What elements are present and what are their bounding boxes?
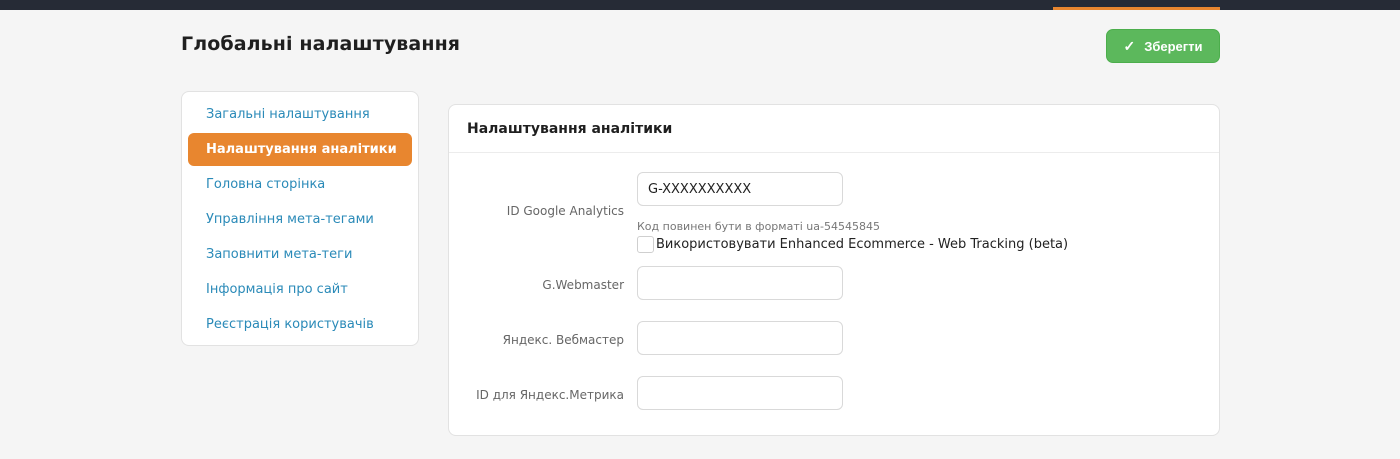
panel-title: Налаштування аналітики [449, 105, 1219, 153]
save-button-label: Зберегти [1144, 38, 1203, 54]
ga-id-label: ID Google Analytics [506, 204, 624, 218]
ga-id-input[interactable] [637, 172, 843, 206]
sidebar-item-analytics[interactable]: Налаштування аналітики [188, 133, 412, 166]
webmaster-input[interactable] [637, 266, 843, 300]
yandex-webmaster-input[interactable] [637, 321, 843, 355]
yandex-metrika-label: ID для Яндекс.Метрика [476, 388, 624, 402]
sidebar-item-label: Інформація про сайт [206, 282, 348, 297]
settings-sidebar: Загальні налаштування Налаштування аналі… [181, 91, 419, 346]
sidebar-item-user-registration[interactable]: Реєстрація користувачів [188, 308, 412, 341]
enhanced-ecommerce-row: Використовувати Enhanced Ecommerce - Web… [637, 236, 1068, 253]
sidebar-item-label: Реєстрація користувачів [206, 317, 374, 332]
top-navbar-active-tab[interactable] [1053, 0, 1220, 10]
sidebar-item-meta-tags-manage[interactable]: Управління мета-тегами [188, 203, 412, 236]
sidebar-item-label: Заповнити мета-теги [206, 247, 353, 262]
save-button[interactable]: ✓ Зберегти [1106, 29, 1220, 63]
sidebar-item-label: Головна сторінка [206, 177, 326, 192]
enhanced-ecommerce-label: Використовувати Enhanced Ecommerce - Web… [656, 237, 1069, 252]
enhanced-ecommerce-checkbox[interactable] [637, 236, 654, 253]
sidebar-item-general[interactable]: Загальні налаштування [188, 98, 412, 131]
sidebar-item-label: Управління мета-тегами [206, 212, 374, 227]
sidebar-item-label: Загальні налаштування [206, 107, 370, 122]
webmaster-label: G.Webmaster [542, 278, 624, 292]
sidebar-item-label: Налаштування аналітики [206, 142, 397, 157]
sidebar-item-site-info[interactable]: Інформація про сайт [188, 273, 412, 306]
page-title: Глобальні налаштування [181, 33, 461, 55]
ga-id-hint: Код повинен бути в форматі ua-54545845 [637, 220, 880, 233]
yandex-metrika-input[interactable] [637, 376, 843, 410]
yandex-webmaster-label: Яндекс. Вебмастер [502, 333, 624, 347]
check-icon: ✓ [1123, 37, 1136, 54]
sidebar-item-homepage[interactable]: Головна сторінка [188, 168, 412, 201]
sidebar-item-meta-tags-fill[interactable]: Заповнити мета-теги [188, 238, 412, 271]
analytics-settings-panel: Налаштування аналітики ID Google Analyti… [448, 104, 1220, 436]
